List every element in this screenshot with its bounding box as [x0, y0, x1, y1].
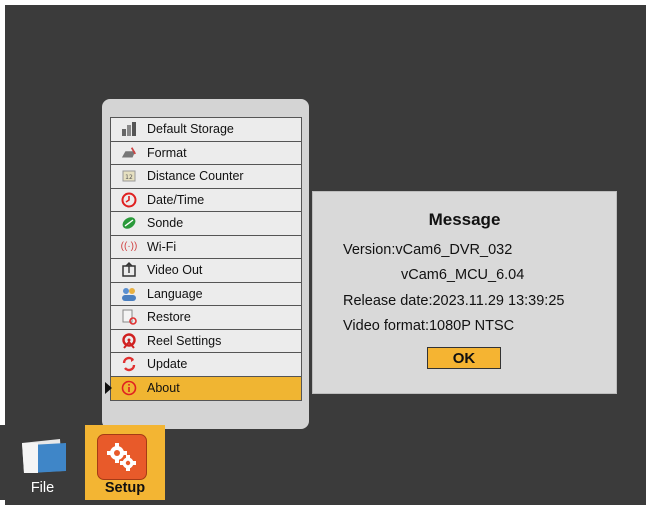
storage-icon	[121, 121, 137, 137]
menu-item-label: Language	[147, 286, 203, 301]
counter-icon: 12	[121, 168, 137, 184]
info-icon	[121, 380, 137, 396]
gear-icon	[97, 434, 147, 480]
dialog-title: Message	[428, 210, 501, 229]
svg-text:12: 12	[125, 174, 133, 181]
menu-item-wifi[interactable]: ((·)) Wi-Fi	[111, 235, 301, 259]
menu-item-about[interactable]: About	[105, 376, 301, 400]
menu-item-default-storage[interactable]: Default Storage	[111, 118, 301, 142]
menu-item-label: Date/Time	[147, 192, 205, 207]
menu-item-label: Wi-Fi	[147, 239, 177, 254]
setup-menu-panel: Default Storage Format 12 Distance Count…	[102, 99, 309, 429]
video-format-text: Video format:1080P NTSC	[343, 318, 515, 334]
menu-item-reel-settings[interactable]: Reel Settings	[111, 329, 301, 353]
video-out-icon	[121, 262, 137, 278]
menu-item-label: About	[147, 381, 180, 396]
ok-button[interactable]: OK	[427, 347, 501, 369]
menu-item-label: Sonde	[147, 216, 184, 231]
menu-item-label: Video Out	[147, 263, 203, 278]
menu-item-distance-counter[interactable]: 12 Distance Counter	[111, 165, 301, 189]
sonde-icon	[121, 215, 137, 231]
file-tray-label: File	[30, 480, 55, 496]
format-icon	[121, 145, 137, 161]
menu-item-language[interactable]: Language	[111, 282, 301, 306]
language-icon	[121, 286, 137, 302]
menu-item-restore[interactable]: Restore	[111, 306, 301, 330]
reel-icon	[121, 333, 137, 349]
setup-menu-list: Default Storage Format 12 Distance Count…	[105, 117, 302, 401]
message-dialog: Message Version:vCam6_DVR_032 vCam6_MCU_…	[312, 191, 617, 394]
menu-item-sonde[interactable]: Sonde	[111, 212, 301, 236]
restore-icon	[121, 309, 137, 326]
menu-item-label: Default Storage	[147, 122, 234, 137]
menu-item-date-time[interactable]: Date/Time	[111, 188, 301, 212]
selection-arrow-icon	[105, 381, 112, 394]
menu-item-label: Distance Counter	[147, 169, 244, 184]
clock-icon	[121, 192, 137, 208]
setup-tray-label: Setup	[104, 480, 146, 496]
mcu-version-text: vCam6_MCU_6.04	[401, 267, 525, 283]
setup-tray-button[interactable]: Setup	[85, 425, 165, 500]
version-text: Version:vCam6_DVR_032	[343, 242, 513, 258]
menu-item-video-out[interactable]: Video Out	[111, 259, 301, 283]
update-icon	[121, 356, 137, 372]
folder-icon	[20, 437, 68, 480]
menu-item-label: Format	[147, 145, 187, 160]
wifi-icon: ((·))	[120, 240, 138, 252]
menu-item-update[interactable]: Update	[111, 353, 301, 377]
menu-item-label: Reel Settings	[147, 333, 222, 348]
file-tray-button[interactable]: File	[0, 425, 85, 500]
menu-item-label: Restore	[147, 310, 191, 325]
release-date-text: Release date:2023.11.29 13:39:25	[343, 293, 565, 309]
menu-item-label: Update	[147, 357, 188, 372]
menu-item-format[interactable]: Format	[111, 141, 301, 165]
